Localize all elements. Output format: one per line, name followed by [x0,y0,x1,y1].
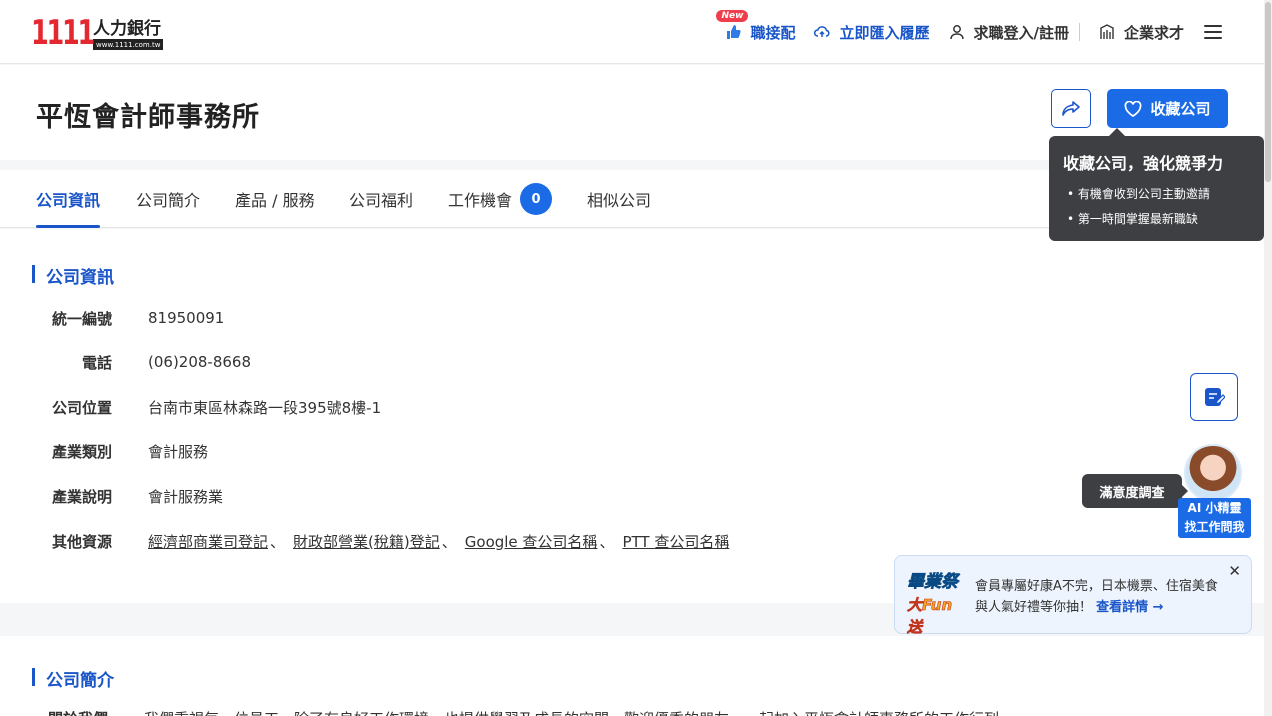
link-tax-registration[interactable]: 財政部營業(稅籍)登記 [293,533,440,551]
site-header: 1111 人力銀行 www.1111.com.tw New 職接配 立即匯入履歷… [0,0,1264,64]
close-icon[interactable]: ✕ [1228,562,1241,580]
tab-company-intro[interactable]: 公司簡介 [136,170,200,228]
top-nav: New 職接配 立即匯入履歷 求職登入/註冊 企業求才 [706,0,1222,64]
favorite-company-button[interactable]: 收藏公司 [1107,89,1228,128]
nav-import-resume[interactable]: 立即匯入履歷 [813,22,930,43]
page-scrollbar[interactable] [1264,0,1272,716]
link-ptt-search[interactable]: PTT 查公司名稱 [622,533,729,551]
nav-divider [1078,23,1080,41]
tab-company-info[interactable]: 公司資訊 [36,170,101,228]
survey-button[interactable] [1190,373,1238,421]
info-row-phone: 電話 (06)208-8668 [81,353,252,372]
ai-assistant-button[interactable]: AI 小精靈 找工作問我 [1178,498,1251,538]
info-row-location: 公司位置 台南市東區林森路一段395號8樓-1 [51,398,382,417]
edit-note-icon [1205,388,1225,406]
job-count-badge: 0 [520,183,553,215]
favorite-company-label: 收藏公司 [1150,100,1211,118]
menu-icon[interactable] [1204,25,1222,39]
info-row-tax-id: 統一編號 81950091 [51,309,225,328]
section-title-info: 公司資訊 [32,263,114,288]
logo-url: www.1111.com.tw [93,41,164,50]
nav-employer-label: 企業求才 [1123,23,1184,42]
cloud-upload-icon [813,23,831,41]
tab-benefits[interactable]: 公司福利 [349,170,413,228]
nav-job-match[interactable]: New 職接配 [716,9,796,43]
nav-login-label: 求職登入/註冊 [973,23,1069,42]
thumbs-up-icon [724,23,742,41]
favorite-tooltip: 收藏公司，強化競爭力 • 有機會收到公司主動邀請 • 第一時間掌握最新職缺 [1049,128,1264,241]
user-icon [948,23,966,41]
company-intro-section: 公司簡介 關於我們 我們重視每一位員工，除了有良好工作環境，也提供學習及成長的空… [0,636,1264,716]
nav-login[interactable]: 求職登入/註冊 [948,22,1069,43]
logo-brand: 人力銀行 [93,19,164,41]
scrollbar-thumb[interactable] [1265,2,1271,182]
info-row-industry-desc: 產業說明 會計服務業 [51,487,224,506]
intro-row: 關於我們 我們重視每一位員工，除了有良好工作環境，也提供學習及成長的空間，歡迎優… [48,708,999,716]
section-title-intro: 公司簡介 [32,666,114,691]
share-icon [1062,100,1080,116]
heart-icon [1125,100,1142,117]
tab-job-openings[interactable]: 工作機會 0 [448,170,553,228]
nav-employer[interactable]: 企業求才 [1098,22,1184,43]
promo-banner[interactable]: 畢業祭 大Fun送 會員專屬好康A不完，日本機票、住宿美食與人氣好禮等你抽！ 查… [894,555,1252,637]
new-badge: New [716,9,749,22]
company-info-section: 公司資訊 統一編號 81950091 電話 (06)208-8668 公司位置 … [0,229,1264,603]
link-moea-registration[interactable]: 經濟部商業司登記 [148,533,268,551]
promo-details-link[interactable]: 查看詳情 → [1096,600,1163,615]
ai-assistant-avatar[interactable] [1184,444,1242,502]
survey-label[interactable]: 滿意度調查 [1082,474,1188,508]
promo-logo: 畢業祭 大Fun送 [907,572,959,637]
logo-number: 1111 [31,13,95,53]
site-logo[interactable]: 1111 人力銀行 www.1111.com.tw [31,12,164,53]
nav-import-resume-label: 立即匯入履歷 [839,23,930,42]
tab-products-services[interactable]: 產品 / 服務 [235,170,315,228]
link-google-search[interactable]: Google 查公司名稱 [465,533,598,551]
page-title: 平恆會計師事務所 [36,102,260,133]
share-button[interactable] [1051,89,1091,128]
promo-text: 會員專屬好康A不完，日本機票、住宿美食與人氣好禮等你抽！ 查看詳情 → [975,579,1218,615]
info-row-industry: 產業類別 會計服務 [51,442,209,461]
info-row-other-resources: 其他資源 經濟部商業司登記、財政部營業(稅籍)登記、 Google 查公司名稱、 P… [51,532,730,551]
tab-similar-companies[interactable]: 相似公司 [587,170,651,228]
nav-job-match-label: 職接配 [750,23,796,42]
building-icon [1098,23,1116,41]
